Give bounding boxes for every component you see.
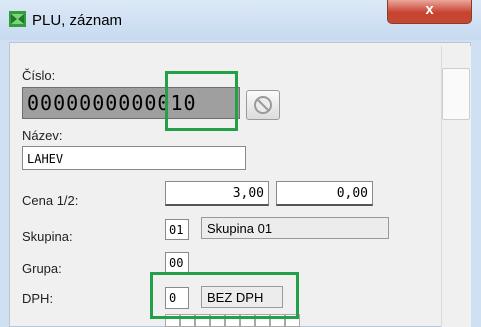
grupa-label: Grupa: [22,261,62,276]
no-entry-icon [254,96,272,114]
close-icon: x [425,1,434,18]
window-title: PLU, záznam [32,12,123,29]
cislo-label: Číslo: [22,68,56,83]
highlight-cislo [165,71,238,131]
scrollbar-thumb[interactable] [442,68,470,120]
cislo-lookup-button[interactable] [246,90,280,120]
nazev-label: Název: [22,128,63,143]
skupina-name: Skupina 01 [201,217,389,239]
grupa-code-field[interactable]: 00 [165,252,189,273]
skupina-label: Skupina: [22,229,73,244]
app-icon [9,11,26,27]
plu-record-window: PLU, záznam x Číslo: 0000000000010 Název… [0,0,481,327]
next-row-label [22,318,62,327]
cena-2-field[interactable]: 0,00 [276,181,373,206]
nazev-field[interactable]: LAHEV [22,146,246,170]
close-button[interactable]: x [387,0,472,24]
skupina-code-field[interactable]: 01 [165,219,189,240]
title-bar[interactable]: PLU, záznam x [0,0,481,40]
dph-label: DPH: [22,291,54,306]
highlight-dph [150,272,299,319]
cena-label: Cena 1/2: [22,193,79,208]
cena-1-field[interactable]: 3,00 [165,181,269,206]
